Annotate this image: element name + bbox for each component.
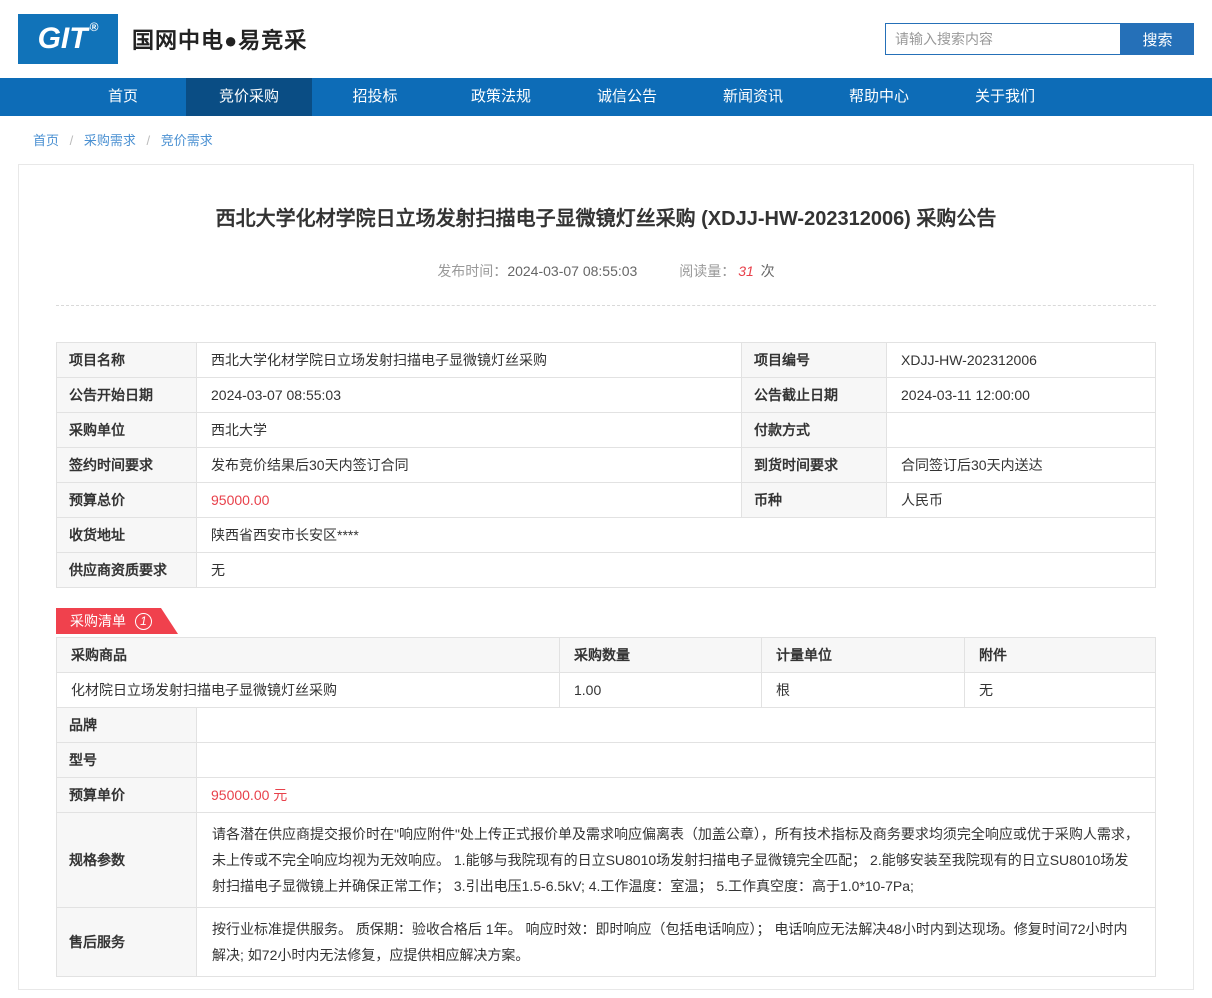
tab-purchase-list[interactable]: 采购清单 1 [56,608,178,634]
logo-text: GIT [37,22,88,55]
table-row: 型号 [56,742,1156,778]
table-row: 规格参数 请各潜在供应商提交报价时在"响应附件"处上传正式报价单及需求响应偏离表… [56,812,1156,908]
unit-column-header: 计量单位 [761,637,965,673]
breadcrumb: 首页 / 采购需求 / 竞价需求 [0,116,1212,164]
table-row: 签约时间要求 发布竞价结果后30天内签订合同 到货时间要求 合同签订后30天内送… [56,447,1156,483]
registered-trademark-icon: ® [89,20,99,34]
project-name-value: 西北大学化材学院日立场发射扫描电子显微镜灯丝采购 [196,342,742,378]
publish-time-value: 2024-03-07 08:55:03 [507,263,638,279]
payment-method-value [886,412,1156,448]
nav-item-help-center[interactable]: 帮助中心 [816,78,942,116]
notice-start-label: 公告开始日期 [56,377,197,413]
delivery-time-label: 到货时间要求 [741,447,887,483]
site-name: 国网中电●易竞采 [132,28,308,53]
currency-value: 人民币 [886,482,1156,518]
read-count-label: 阅读量： [679,263,736,279]
table-row: 品牌 [56,707,1156,743]
table-row: 供应商资质要求 无 [56,552,1156,588]
signing-time-value: 发布竞价结果后30天内签订合同 [196,447,742,483]
table-header-row: 采购商品 采购数量 计量单位 附件 [56,637,1156,673]
search-button[interactable]: 搜索 [1121,23,1194,55]
breadcrumb-purchase-demand[interactable]: 采购需求 [84,133,136,148]
unit-price-label: 预算单价 [56,777,197,813]
publish-time-label: 发布时间： [437,263,508,279]
brand-value [196,707,1156,743]
supplier-qualification-value: 无 [196,552,1156,588]
table-row: 售后服务 按行业标准提供服务。 质保期：验收合格后 1年。 响应时效：即时响应（… [56,907,1156,977]
notice-start-value: 2024-03-07 08:55:03 [196,377,742,413]
site-logo[interactable]: GIT ® [18,14,118,64]
nav-item-policies[interactable]: 政策法规 [438,78,564,116]
table-row: 公告开始日期 2024-03-07 08:55:03 公告截止日期 2024-0… [56,377,1156,413]
model-value [196,742,1156,778]
total-budget-label: 预算总价 [56,482,197,518]
project-info-table: 项目名称 西北大学化材学院日立场发射扫描电子显微镜灯丝采购 项目编号 XDJJ-… [56,342,1156,588]
notice-end-label: 公告截止日期 [741,377,887,413]
after-sales-value: 按行业标准提供服务。 质保期：验收合格后 1年。 响应时效：即时响应（包括电话响… [196,907,1156,977]
purchaser-value: 西北大学 [196,412,742,448]
read-count-value: 31 [738,263,754,279]
nav-item-integrity-notice[interactable]: 诚信公告 [564,78,690,116]
purchase-list-tab-row: 采购清单 1 [56,608,1156,634]
unit-price-value: 95000.00 元 [196,777,1156,813]
project-number-label: 项目编号 [741,342,887,378]
breadcrumb-separator: / [69,133,74,148]
delivery-time-value: 合同签订后30天内送达 [886,447,1156,483]
product-table: 采购商品 采购数量 计量单位 附件 化材院日立场发射扫描电子显微镜灯丝采购 1.… [56,637,1156,708]
search-input[interactable] [885,23,1121,55]
project-name-label: 项目名称 [56,342,197,378]
table-row: 化材院日立场发射扫描电子显微镜灯丝采购 1.00 根 无 [56,672,1156,708]
nav-item-tendering[interactable]: 招投标 [312,78,438,116]
nav-item-bidding-purchase[interactable]: 竞价采购 [186,78,312,116]
main-nav: 首页 竞价采购 招投标 政策法规 诚信公告 新闻资讯 帮助中心 关于我们 [0,78,1212,116]
product-unit-value: 根 [761,672,965,708]
quantity-column-header: 采购数量 [559,637,762,673]
product-attachment-value: 无 [964,672,1156,708]
nav-item-about-us[interactable]: 关于我们 [942,78,1068,116]
table-row: 预算总价 95000.00 币种 人民币 [56,482,1156,518]
notice-end-value: 2024-03-11 12:00:00 [886,377,1156,413]
attachment-column-header: 附件 [964,637,1156,673]
breadcrumb-bidding-demand[interactable]: 竞价需求 [161,133,213,148]
count-badge: 1 [135,613,152,630]
announcement-panel: 西北大学化材学院日立场发射扫描电子显微镜灯丝采购 (XDJJ-HW-202312… [18,164,1194,990]
product-quantity-value: 1.00 [559,672,762,708]
breadcrumb-home[interactable]: 首页 [33,133,59,148]
currency-label: 币种 [741,482,887,518]
project-number-value: XDJJ-HW-202312006 [886,342,1156,378]
nav-item-news[interactable]: 新闻资讯 [690,78,816,116]
product-name-value: 化材院日立场发射扫描电子显微镜灯丝采购 [56,672,560,708]
nav-item-home[interactable]: 首页 [60,78,186,116]
read-count-unit: 次 [760,263,775,279]
spec-params-value: 请各潜在供应商提交报价时在"响应附件"处上传正式报价单及需求响应偏离表（加盖公章… [196,812,1156,908]
table-row: 项目名称 西北大学化材学院日立场发射扫描电子显微镜灯丝采购 项目编号 XDJJ-… [56,342,1156,378]
table-row: 预算单价 95000.00 元 [56,777,1156,813]
product-detail-table: 品牌 型号 预算单价 95000.00 元 规格参数 请各潜在供应商提交报价时在… [56,707,1156,977]
delivery-address-value: 陕西省西安市长安区**** [196,517,1156,553]
purchaser-label: 采购单位 [56,412,197,448]
table-row: 采购单位 西北大学 付款方式 [56,412,1156,448]
product-column-header: 采购商品 [56,637,560,673]
site-header: GIT® 国网中电●易竞采 搜索 [0,0,1212,78]
model-label: 型号 [56,742,197,778]
page-title: 西北大学化材学院日立场发射扫描电子显微镜灯丝采购 (XDJJ-HW-202312… [215,208,997,230]
breadcrumb-separator: / [146,133,151,148]
spec-params-label: 规格参数 [56,812,197,908]
supplier-qualification-label: 供应商资质要求 [56,552,197,588]
total-budget-value: 95000.00 [196,482,742,518]
delivery-address-label: 收货地址 [56,517,197,553]
publish-info: 发布时间：2024-03-07 08:55:03 阅读量： 31 次 [56,261,1156,306]
signing-time-label: 签约时间要求 [56,447,197,483]
payment-method-label: 付款方式 [741,412,887,448]
after-sales-label: 售后服务 [56,907,197,977]
purchase-list-tab-label: 采购清单 [70,613,126,629]
table-row: 收货地址 陕西省西安市长安区**** [56,517,1156,553]
search-bar: 搜索 [885,23,1194,55]
brand-label: 品牌 [56,707,197,743]
